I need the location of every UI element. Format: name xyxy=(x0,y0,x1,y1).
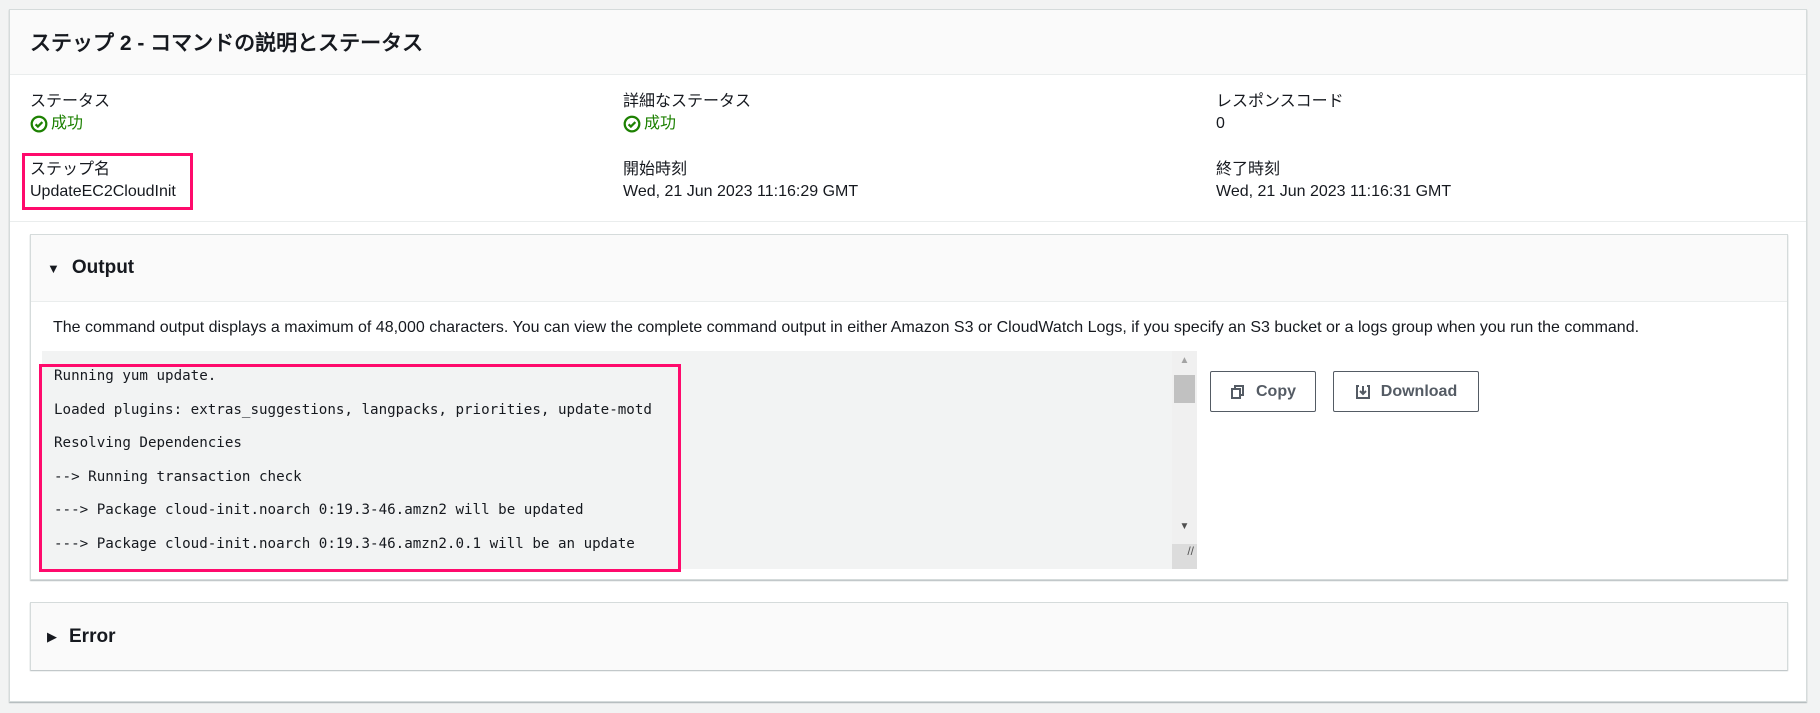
error-title: Error xyxy=(69,625,116,647)
caret-down-icon: ▼ xyxy=(47,260,60,276)
card-header: ステップ 2 - コマンドの説明とステータス xyxy=(10,10,1806,75)
response-code-label: レスポンスコード xyxy=(1216,93,1344,110)
start-time-field: 開始時刻 Wed, 21 Jun 2023 11:16:29 GMT xyxy=(623,159,858,203)
highlight-box-output xyxy=(39,364,681,572)
error-toggle[interactable]: ▶ Error xyxy=(31,603,1787,670)
start-time-label: 開始時刻 xyxy=(623,161,688,178)
output-toggle[interactable]: ▼ Output xyxy=(31,235,1787,302)
status-field: ステータス 成功 xyxy=(30,91,110,135)
check-circle-icon xyxy=(30,115,48,133)
caret-right-icon: ▶ xyxy=(47,628,57,644)
status-text: 成功 xyxy=(51,115,84,132)
download-button[interactable]: Download xyxy=(1333,371,1479,412)
copy-button[interactable]: Copy xyxy=(1210,371,1316,412)
start-time-value: Wed, 21 Jun 2023 11:16:29 GMT xyxy=(623,183,859,200)
check-circle-icon xyxy=(623,115,641,133)
end-time-field: 終了時刻 Wed, 21 Jun 2023 11:16:31 GMT xyxy=(1216,159,1451,203)
status-value: 成功 xyxy=(30,113,110,135)
detailed-status-text: 成功 xyxy=(644,115,677,132)
output-description: The command output displays a maximum of… xyxy=(53,319,1640,336)
end-time-label: 終了時刻 xyxy=(1216,161,1281,178)
response-code-field: レスポンスコード 0 xyxy=(1216,91,1344,135)
output-section: ▼ Output The command output displays a m… xyxy=(30,234,1788,580)
response-code-value: 0 xyxy=(1216,115,1225,132)
detailed-status-label: 詳細なステータス xyxy=(623,93,752,110)
page-title: ステップ 2 - コマンドの説明とステータス xyxy=(30,32,424,55)
highlight-box-step-name xyxy=(22,153,193,210)
scrollbar-thumb[interactable] xyxy=(1174,375,1195,403)
copy-label: Copy xyxy=(1256,382,1296,400)
scroll-down-icon[interactable]: ▼ xyxy=(1172,521,1197,532)
divider xyxy=(10,221,1806,222)
download-label: Download xyxy=(1380,382,1458,400)
detailed-status-value: 成功 xyxy=(623,113,751,135)
copy-icon xyxy=(1231,384,1244,399)
download-icon xyxy=(1355,384,1370,399)
scroll-up-icon[interactable]: ▲ xyxy=(1172,355,1197,366)
detailed-status-field: 詳細なステータス 成功 xyxy=(623,91,751,135)
scrollbar[interactable]: ▲ ▼ // xyxy=(1172,351,1197,569)
end-time-value: Wed, 21 Jun 2023 11:16:31 GMT xyxy=(1216,183,1452,200)
error-section: ▶ Error xyxy=(30,602,1788,670)
output-title: Output xyxy=(71,257,135,278)
status-label: ステータス xyxy=(30,93,111,110)
resize-handle-icon[interactable]: // xyxy=(1172,544,1197,569)
step-card: ステップ 2 - コマンドの説明とステータス ステータス 成功 詳細なステータス… xyxy=(9,9,1807,702)
